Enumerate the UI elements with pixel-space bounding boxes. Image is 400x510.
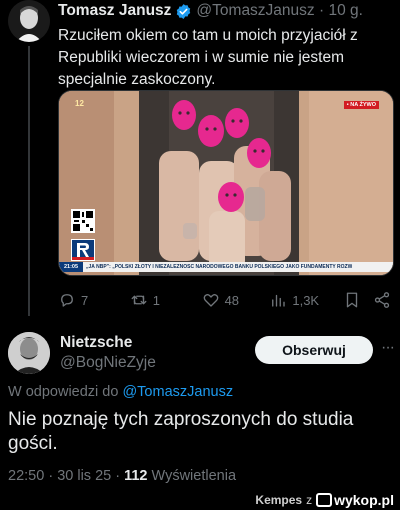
tweet-date[interactable]: 30 lis 25 xyxy=(57,468,111,484)
qr-code-icon xyxy=(71,209,95,233)
verified-badge-icon xyxy=(177,3,191,19)
separator-dot: · xyxy=(318,2,325,19)
live-badge: • NA ŻYWO xyxy=(343,101,379,109)
reply-prefix: W odpowiedzi do xyxy=(8,384,119,400)
tweet1-text: Rzuciłem okiem co tam u moich przyjaciół… xyxy=(58,27,358,88)
share-button[interactable] xyxy=(373,291,393,309)
news-ticker: 21:05 „JA NBP”: „POLSKI ZŁOTY I NIEZALEŻ… xyxy=(59,262,393,272)
bookmark-icon xyxy=(346,292,358,308)
channel-number: 12 xyxy=(75,99,84,108)
author-handle[interactable]: @TomaszJanusz xyxy=(196,2,314,20)
tweet1-header: Tomasz Janusz @TomaszJanusz · 10 g. xyxy=(58,2,363,20)
reply-icon xyxy=(61,294,73,307)
views-chart-icon xyxy=(272,294,286,307)
like-button[interactable]: 48 xyxy=(202,291,270,309)
like-count: 48 xyxy=(224,292,240,308)
views-count: 1,3K xyxy=(292,292,320,308)
more-options-icon[interactable]: ··· xyxy=(381,339,395,357)
avatar-nietzsche[interactable] xyxy=(8,332,50,374)
reply-mention-link[interactable]: @TomaszJanusz xyxy=(122,384,233,400)
separator-dot: · xyxy=(48,468,58,484)
wykop-watermark: Kempes z wykop.pl xyxy=(255,490,394,510)
views-label: Wyświetlenia xyxy=(151,468,237,484)
reply-button[interactable]: 7 xyxy=(58,291,130,309)
tweet-time[interactable]: 10 g. xyxy=(328,2,362,20)
avatar-image xyxy=(8,0,50,42)
retweet-icon xyxy=(131,295,147,305)
avatar-image xyxy=(8,332,50,374)
separator-dot: · xyxy=(115,468,125,484)
views-count: 112 xyxy=(124,468,148,484)
author-name[interactable]: Nietzsche xyxy=(60,334,132,352)
tweet2-text: Nie poznaję tych zaproszonych do studia … xyxy=(8,409,354,454)
author-name[interactable]: Tomasz Janusz xyxy=(58,2,171,20)
retweet-button[interactable]: 1 xyxy=(130,291,202,309)
share-icon xyxy=(374,292,390,308)
media-scene xyxy=(59,91,393,275)
ticker-time: 21:05 xyxy=(59,262,83,272)
watermark-z: z xyxy=(306,493,313,507)
follow-button[interactable]: Obserwuj xyxy=(255,336,373,364)
tweet-reply[interactable]: Nietzsche @BogNieZyje Obserwuj ··· W odp… xyxy=(0,318,400,490)
tweet-original[interactable]: Tomasz Janusz @TomaszJanusz · 10 g. Rzuc… xyxy=(0,0,400,318)
thread-connector-line xyxy=(28,46,30,316)
retweet-count: 1 xyxy=(152,292,161,308)
wykop-logo: wykop.pl xyxy=(316,492,394,508)
watermark-user: Kempes xyxy=(255,493,303,507)
bookmark-button[interactable] xyxy=(343,291,373,309)
tweet2-meta: 22:50 · 30 lis 25 · 112 Wyświetlenia xyxy=(8,468,236,484)
author-handle[interactable]: @BogNieZyje xyxy=(60,354,156,372)
avatar-tomasz-janusz[interactable] xyxy=(8,0,50,42)
views-button[interactable]: 1,3K xyxy=(269,291,343,309)
reply-count: 7 xyxy=(81,292,89,308)
wykop-logo-icon xyxy=(316,493,333,507)
watermark-site: wykop.pl xyxy=(334,492,394,508)
reply-context: W odpowiedzi do @TomaszJanusz xyxy=(8,384,233,400)
channel-logo-icon xyxy=(71,239,95,261)
heart-icon xyxy=(203,293,218,307)
tweet-time[interactable]: 22:50 xyxy=(8,468,44,484)
ticker-text: „JA NBP”: „POLSKI ZŁOTY I NIEZALEŻNOŚĆ N… xyxy=(86,264,353,270)
tweet-media-video-still[interactable]: 12 • NA ŻYWO 21:05 „JA NBP”: „POLSKI ZŁO… xyxy=(58,90,394,276)
tweet1-action-bar: 7 1 48 1,3K xyxy=(58,290,393,310)
